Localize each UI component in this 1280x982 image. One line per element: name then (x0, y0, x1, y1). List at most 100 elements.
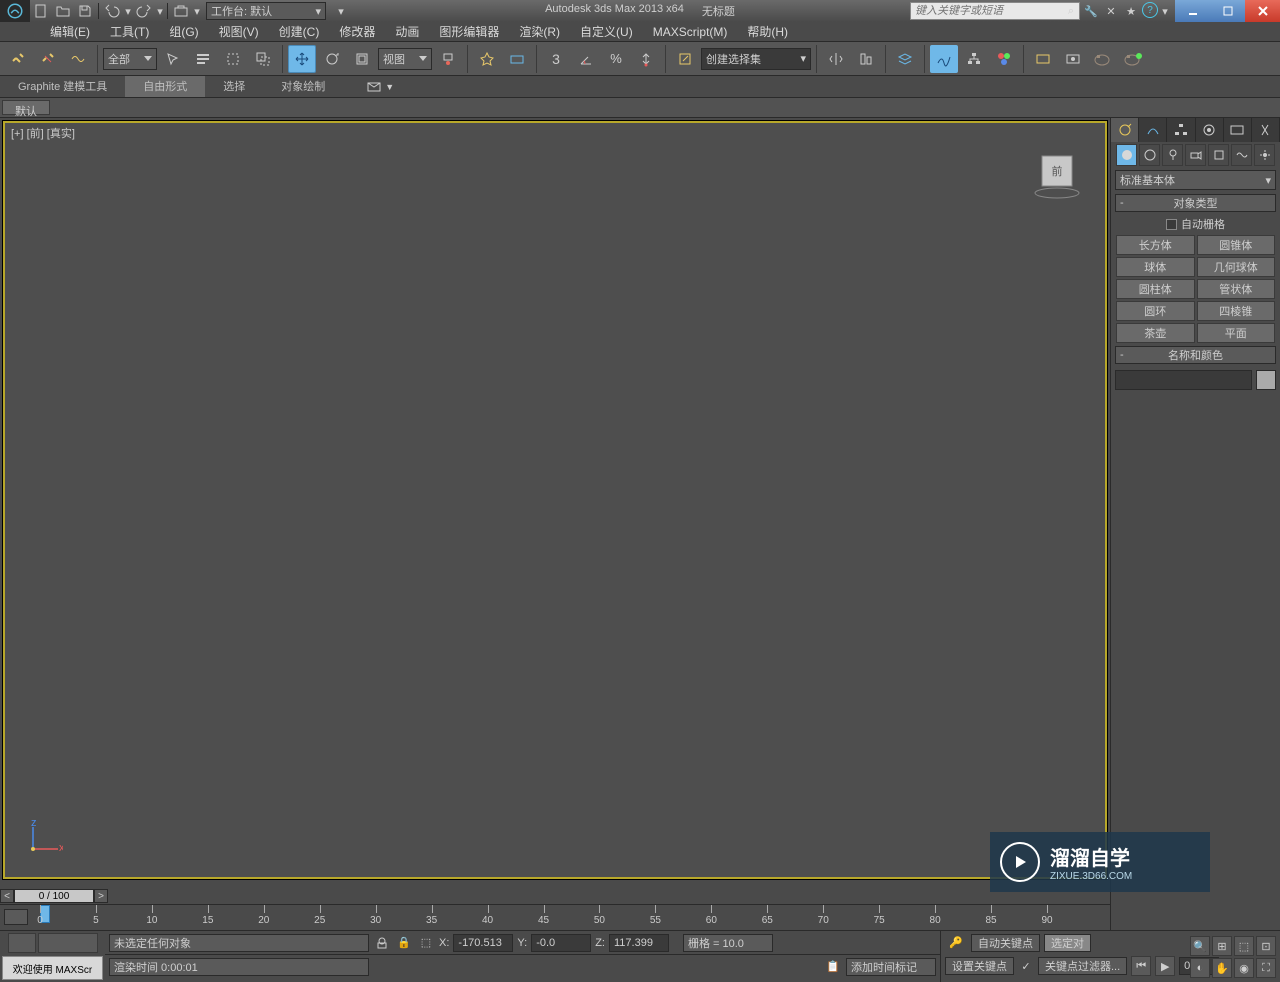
minimize-button[interactable] (1175, 0, 1210, 22)
workspace-menu-icon[interactable]: ▾ (330, 0, 352, 22)
goto-start-icon[interactable]: ⏮ (1131, 956, 1151, 976)
obj-geosphere-button[interactable]: 几何球体 (1197, 257, 1276, 277)
search-input[interactable] (910, 2, 1080, 20)
fov-icon[interactable]: ◐ (1190, 958, 1210, 978)
obj-sphere-button[interactable]: 球体 (1116, 257, 1195, 277)
isolate-icon[interactable]: 🔒 (395, 934, 413, 952)
menu-rendering[interactable]: 渲染(R) (509, 22, 570, 41)
help-icon[interactable]: ? (1142, 2, 1158, 18)
cat-cameras-icon[interactable] (1185, 144, 1206, 166)
lock-selection-icon[interactable] (373, 934, 391, 952)
key-icon2[interactable]: 🔑 (945, 929, 967, 957)
exchange-icon[interactable]: ✕ (1102, 2, 1120, 20)
ribbon-sub-default[interactable]: 默认 (2, 100, 50, 115)
cp-tab-create-icon[interactable] (1111, 118, 1139, 142)
menu-create[interactable]: 创建(C) (269, 22, 330, 41)
maximize-button[interactable] (1210, 0, 1245, 22)
cp-tab-display-icon[interactable] (1224, 118, 1252, 142)
viewport-label[interactable]: [+] [前] [真实] (11, 125, 75, 141)
select-object-icon[interactable] (159, 45, 187, 73)
play-icon[interactable]: ▶ (1155, 956, 1175, 976)
obj-cylinder-button[interactable]: 圆柱体 (1116, 279, 1195, 299)
rotate-icon[interactable] (318, 45, 346, 73)
render-last-icon[interactable] (1119, 45, 1147, 73)
cp-tab-hierarchy-icon[interactable] (1167, 118, 1195, 142)
zoom-extents-icon[interactable]: ⬚ (1234, 936, 1254, 956)
time-tag-icon[interactable]: 📋 (824, 958, 842, 976)
angle-snap-icon[interactable] (572, 45, 600, 73)
menu-animation[interactable]: 动画 (385, 22, 429, 41)
cat-systems-icon[interactable] (1254, 144, 1275, 166)
mirror-icon[interactable] (822, 45, 850, 73)
align-icon[interactable] (852, 45, 880, 73)
keyfilter-button[interactable]: 关键点过滤器... (1038, 957, 1127, 975)
project-dropdown-icon[interactable]: ▾ (192, 0, 202, 22)
orbit-icon[interactable]: ◉ (1234, 958, 1254, 978)
snap-toggle-icon[interactable]: 3 (542, 45, 570, 73)
layers-icon[interactable] (891, 45, 919, 73)
selection-set-combo[interactable]: 创建选择集▾ (701, 48, 811, 70)
link-icon[interactable] (4, 45, 32, 73)
redo-icon[interactable] (133, 0, 155, 22)
selection-filter-combo[interactable]: 全部 (103, 48, 157, 70)
redo-dropdown-icon[interactable]: ▾ (155, 0, 165, 22)
setkey-button[interactable]: 设置关键点 (945, 957, 1014, 975)
zoom-extents-all-icon[interactable]: ⊡ (1256, 936, 1276, 956)
autogrid-checkbox[interactable]: 自动栅格 (1111, 214, 1280, 234)
new-icon[interactable] (30, 0, 52, 22)
undo-icon[interactable] (101, 0, 123, 22)
cat-shapes-icon[interactable] (1139, 144, 1160, 166)
time-ruler[interactable]: 051015202530354045505560657075808590 (0, 904, 1110, 930)
sel-lock-icon[interactable]: ⬚ (417, 934, 435, 952)
object-name-input[interactable] (1115, 370, 1252, 390)
select-by-name-icon[interactable] (189, 45, 217, 73)
script-welcome-button[interactable]: 欢迎使用 MAXScr (2, 956, 103, 980)
cat-lights-icon[interactable] (1162, 144, 1183, 166)
timeline-slider[interactable]: 0 / 100 (14, 889, 94, 903)
script-listener-icon[interactable] (8, 933, 36, 953)
app-menu-icon[interactable] (0, 0, 30, 22)
spinner-snap-icon[interactable] (632, 45, 660, 73)
open-icon[interactable] (52, 0, 74, 22)
max-viewport-icon[interactable]: ⛶ (1256, 958, 1276, 978)
obj-plane-button[interactable]: 平面 (1197, 323, 1276, 343)
project-icon[interactable] (170, 0, 192, 22)
zoom-icon[interactable]: 🔍 (1190, 936, 1210, 956)
ribbon-mail-icon[interactable] (363, 78, 385, 96)
obj-teapot-button[interactable]: 茶壶 (1116, 323, 1195, 343)
cp-tab-motion-icon[interactable] (1196, 118, 1224, 142)
render-setup-icon[interactable] (1029, 45, 1057, 73)
move-icon[interactable] (288, 45, 316, 73)
save-icon[interactable] (74, 0, 96, 22)
menu-modifiers[interactable]: 修改器 (329, 22, 385, 41)
curve-editor-icon[interactable] (930, 45, 958, 73)
key-icon[interactable]: 🔧 (1082, 2, 1100, 20)
autokey-button[interactable]: 自动关键点 (971, 934, 1040, 952)
selset-button[interactable]: 选定对 (1044, 934, 1091, 952)
menu-help[interactable]: 帮助(H) (737, 22, 798, 41)
select-region-rect-icon[interactable] (219, 45, 247, 73)
schematic-view-icon[interactable] (960, 45, 988, 73)
ref-coord-combo[interactable]: 视图 (378, 48, 432, 70)
menu-tools[interactable]: 工具(T) (100, 22, 159, 41)
timeline-next-button[interactable]: > (94, 889, 108, 903)
ribbon-tab-freeform[interactable]: 自由形式 (125, 76, 205, 97)
ribbon-tab-objectpaint[interactable]: 对象绘制 (263, 76, 343, 97)
cp-tab-modify-icon[interactable] (1139, 118, 1167, 142)
cat-geometry-icon[interactable] (1116, 144, 1137, 166)
pan-icon[interactable]: ✋ (1212, 958, 1232, 978)
menu-views[interactable]: 视图(V) (209, 22, 269, 41)
material-editor-icon[interactable] (990, 45, 1018, 73)
percent-snap-icon[interactable]: % (602, 45, 630, 73)
unlink-icon[interactable] (34, 45, 62, 73)
x-coord-field[interactable]: -170.513 (453, 934, 513, 952)
menu-maxscript[interactable]: MAXScript(M) (643, 22, 738, 41)
favorites-icon[interactable]: ★ (1122, 2, 1140, 20)
z-coord-field[interactable]: 117.399 (609, 934, 669, 952)
keyboard-shortcut-icon[interactable] (503, 45, 531, 73)
use-pivot-icon[interactable] (434, 45, 462, 73)
menu-customize[interactable]: 自定义(U) (570, 22, 643, 41)
ribbon-tab-graphite[interactable]: Graphite 建模工具 (0, 76, 125, 97)
track-toggle-icon[interactable] (4, 909, 28, 925)
menu-group[interactable]: 组(G) (159, 22, 208, 41)
